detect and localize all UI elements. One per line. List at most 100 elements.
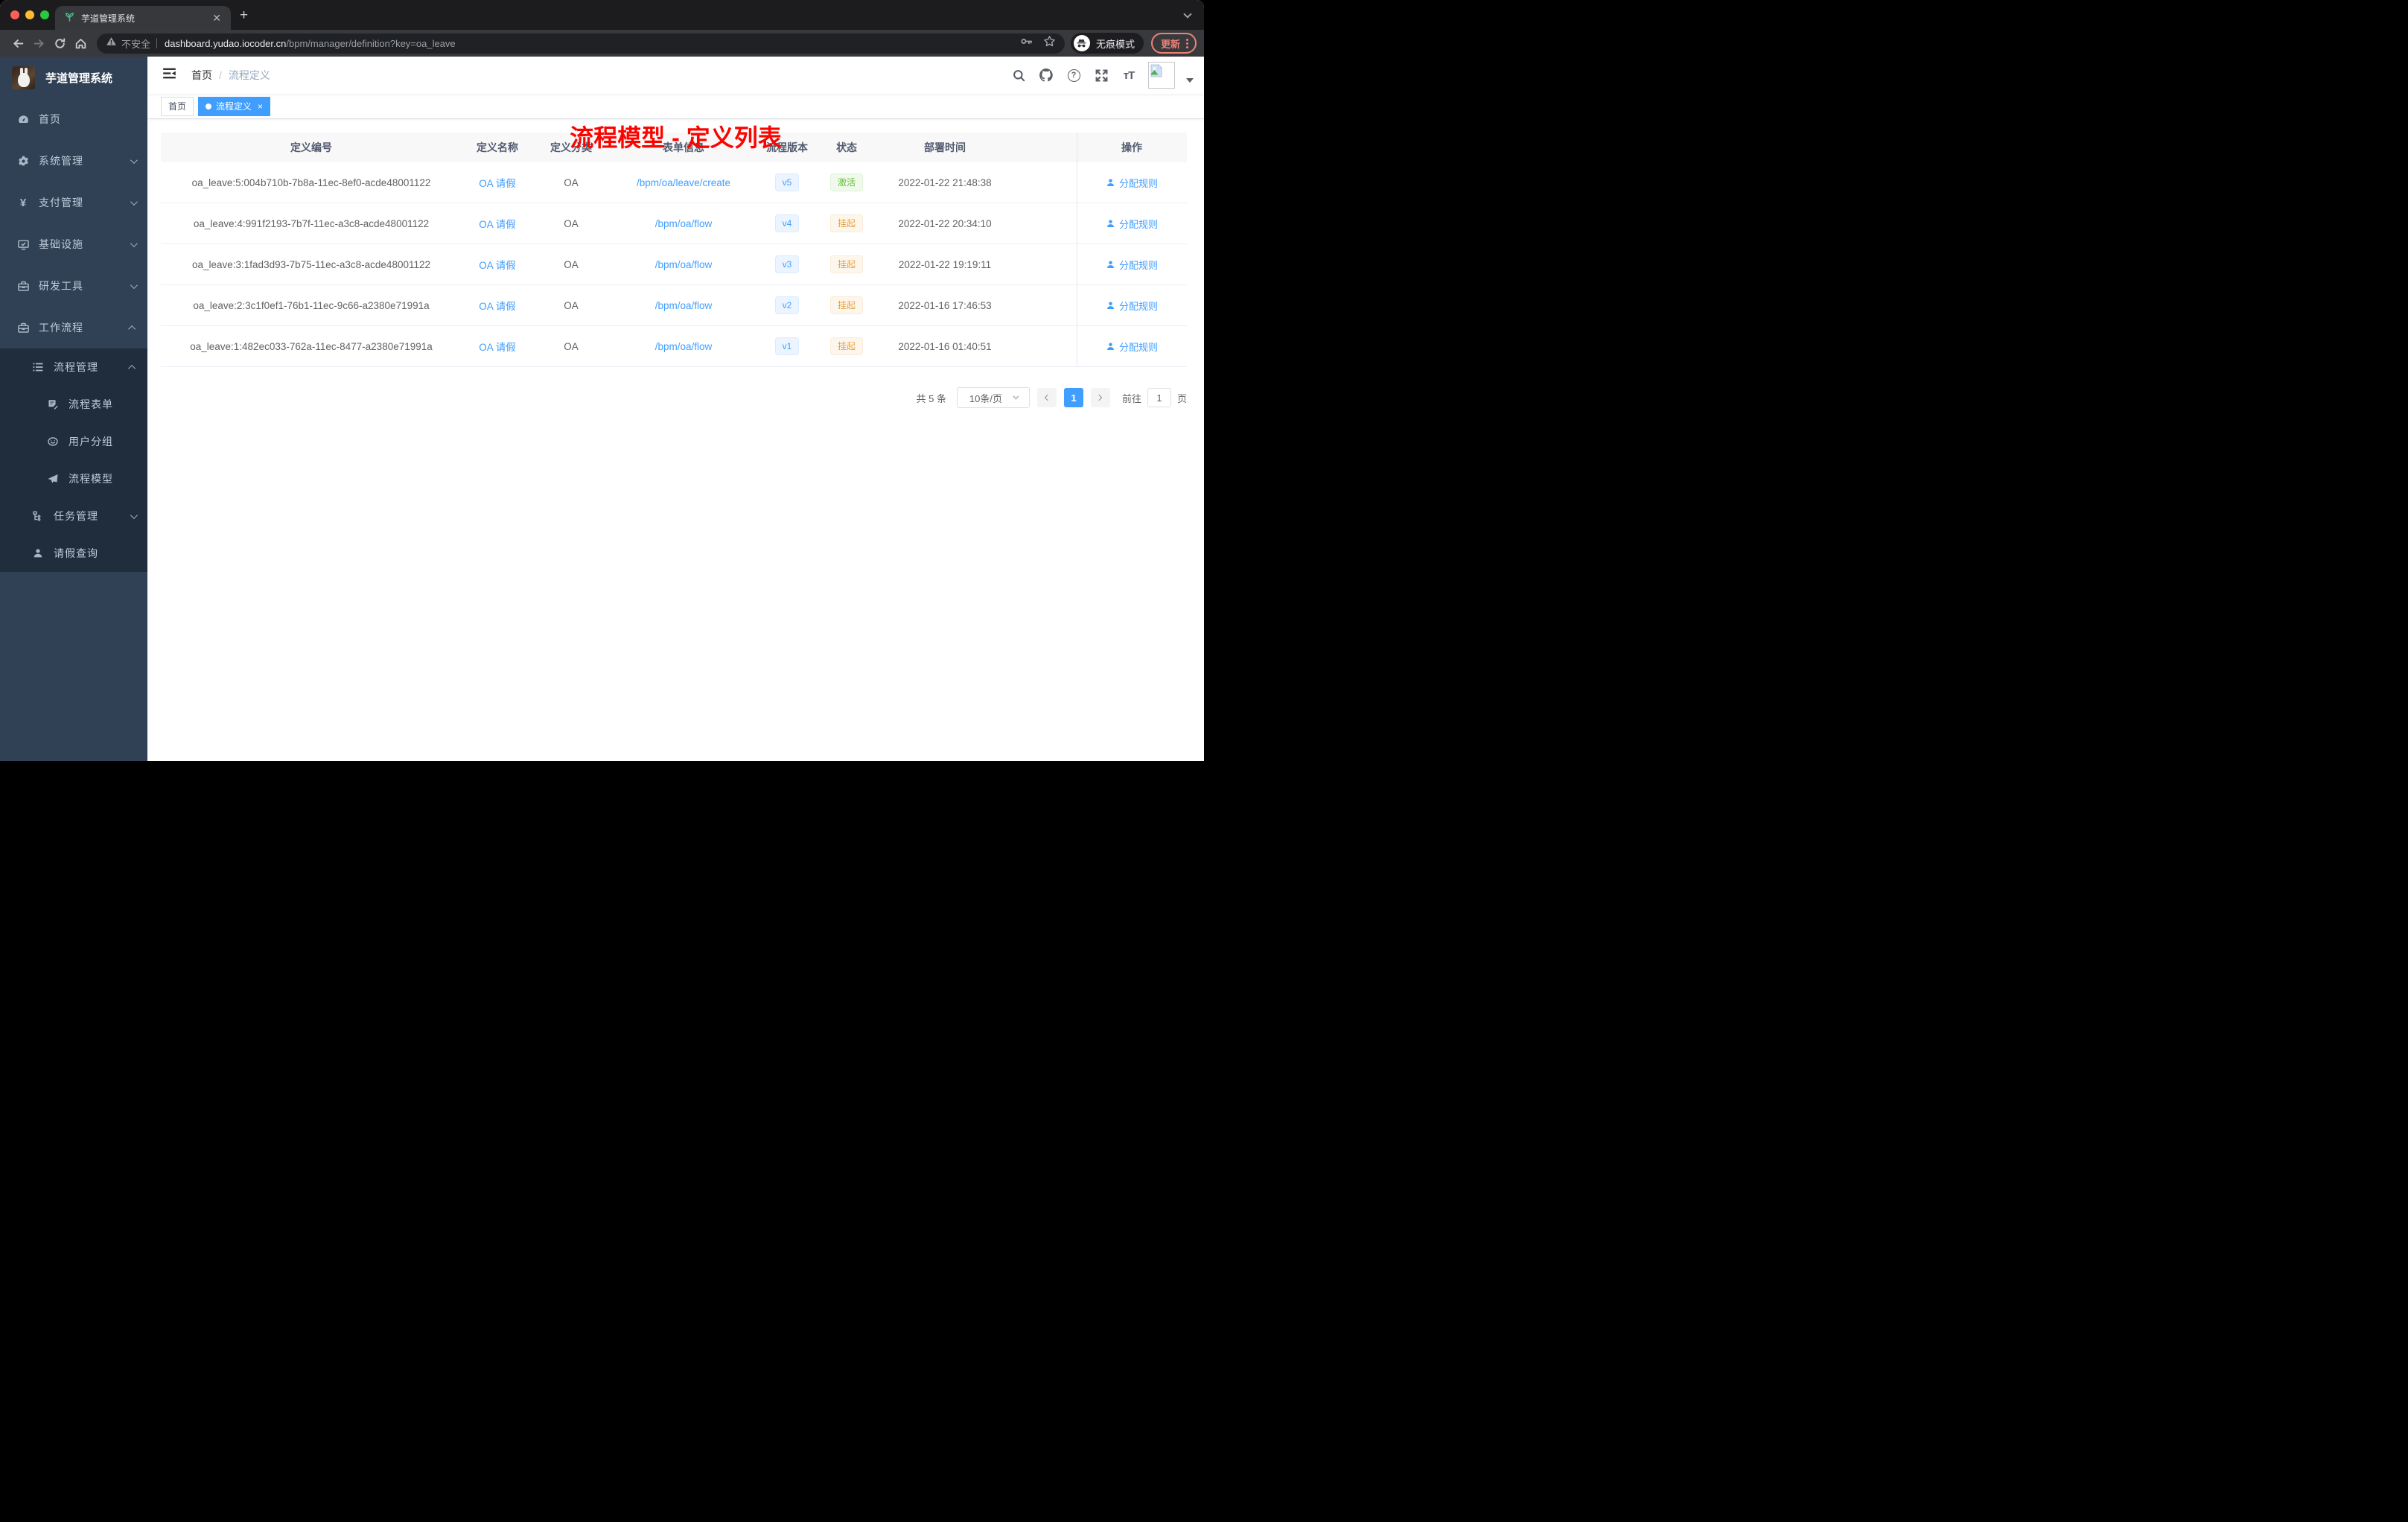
sidebar-item-process-manage[interactable]: 流程管理 (0, 348, 147, 386)
assign-rule-button[interactable]: 分配规则 (1106, 340, 1158, 354)
breadcrumb-home[interactable]: 首页 (191, 68, 212, 83)
col-actions: 操作 (1077, 133, 1187, 162)
table-header-row: 定义编号 定义名称 定义分类 表单信息 流程版本 状态 部署时间 操作 (161, 133, 1187, 162)
github-icon[interactable] (1038, 67, 1054, 83)
sidebar-item-home[interactable]: 首页 (0, 98, 147, 140)
page-size-select[interactable]: 10条/页 (956, 387, 1030, 408)
assign-rule-button[interactable]: 分配规则 (1106, 258, 1158, 272)
version-badge: v3 (774, 255, 800, 273)
list-tree-icon (31, 361, 45, 373)
col-status: 状态 (816, 133, 877, 162)
close-window-button[interactable] (10, 10, 19, 19)
status-badge: 激活 (829, 173, 863, 191)
address-bar[interactable]: 不安全 dashboard.yudao.iocoder.cn/bpm/manag… (97, 33, 1065, 54)
prev-page-button[interactable] (1036, 388, 1057, 407)
cell-category: OA (533, 244, 609, 285)
form-info-link[interactable]: /bpm/oa/flow (655, 341, 713, 352)
user-icon (1107, 178, 1114, 186)
zoom-window-button[interactable] (40, 10, 49, 19)
sidebar-item-user-group[interactable]: 用户分组 (0, 423, 147, 460)
cell-deploy-time: 2022-01-16 17:46:53 (877, 285, 1013, 326)
bookmark-star-icon[interactable] (1043, 35, 1056, 51)
security-label[interactable]: 不安全 (121, 36, 150, 51)
tags-view-bar: 首页 流程定义 × (147, 94, 1204, 119)
tag-process-definition[interactable]: 流程定义 × (198, 96, 271, 116)
user-icon (1107, 342, 1114, 350)
assign-rule-button[interactable]: 分配规则 (1106, 217, 1158, 231)
page-unit-label: 页 (1176, 392, 1187, 404)
chrome-update-button[interactable]: 更新 (1150, 33, 1197, 54)
definition-name-link[interactable]: OA 请假 (479, 339, 516, 354)
form-info-link[interactable]: /bpm/oa/leave/create (637, 177, 730, 188)
back-button[interactable] (7, 33, 28, 54)
cell-definition-id: oa_leave:5:004b710b-7b8a-11ec-8ef0-acde4… (161, 162, 462, 203)
minimize-window-button[interactable] (25, 10, 34, 19)
avatar-dropdown-caret[interactable] (1186, 78, 1194, 83)
dashboard-icon (16, 113, 30, 126)
reload-button[interactable] (49, 33, 70, 54)
tab-title: 芋道管理系统 (81, 13, 136, 24)
sidebar-item-process-model[interactable]: 流程模型 (0, 460, 147, 497)
sidebar-item-process-form[interactable]: 流程表单 (0, 386, 147, 423)
window-controls[interactable] (10, 10, 49, 19)
goto-page-input[interactable] (1147, 388, 1171, 407)
cell-deploy-time: 2022-01-22 19:19:11 (877, 244, 1013, 285)
tag-home[interactable]: 首页 (161, 96, 194, 116)
new-tab-button[interactable]: + (240, 6, 248, 25)
sidebar-item-task-manage[interactable]: 任务管理 (0, 497, 147, 535)
sidebar-item-leave-query[interactable]: 请假查询 (0, 535, 147, 572)
fullscreen-icon[interactable] (1093, 67, 1109, 83)
sidebar-item-payment[interactable]: ¥ 支付管理 (0, 182, 147, 223)
form-info-link[interactable]: /bpm/oa/flow (655, 218, 713, 229)
tab-close-icon[interactable]: ✕ (210, 12, 223, 25)
password-key-icon[interactable] (1020, 35, 1033, 51)
org-tree-icon (31, 510, 45, 522)
definition-name-link[interactable]: OA 请假 (479, 175, 516, 190)
assign-rule-button[interactable]: 分配规则 (1106, 299, 1158, 313)
current-page-button[interactable]: 1 (1063, 388, 1083, 407)
next-page-button[interactable] (1090, 388, 1110, 407)
browser-window: 芋道管理系统 ✕ + 不安全 dashboard.yudao.iocoder.c… (0, 0, 1204, 761)
user-avatar[interactable] (1148, 62, 1175, 89)
hamburger-icon[interactable] (156, 67, 182, 83)
cell-definition-id: oa_leave:3:1fad3d93-7b75-11ec-a3c8-acde4… (161, 244, 462, 285)
browser-menu-icon[interactable] (1186, 38, 1188, 48)
sidebar: 芋道管理系统 首页 系统管理 ¥ 支付管理 基础设施 研发工具 工作流程 流程管… (0, 57, 147, 761)
home-button[interactable] (70, 33, 91, 54)
security-warning-icon[interactable] (106, 36, 117, 51)
user-icon (1107, 301, 1114, 309)
definition-name-link[interactable]: OA 请假 (479, 216, 516, 231)
form-info-link[interactable]: /bpm/oa/flow (655, 259, 713, 270)
chevron-down-icon (130, 156, 138, 164)
cell-deploy-time: 2022-01-16 01:40:51 (877, 326, 1013, 367)
navbar: 首页 / 流程定义 ? тT (147, 57, 1204, 94)
active-tag-dot (206, 103, 212, 109)
sidebar-item-system[interactable]: 系统管理 (0, 140, 147, 182)
table-row: oa_leave:4:991f2193-7b7f-11ec-a3c8-acde4… (161, 203, 1187, 244)
tab-overview-chevron-icon[interactable] (1183, 7, 1194, 19)
broken-image-icon (1150, 64, 1162, 77)
sidebar-item-infra[interactable]: 基础设施 (0, 223, 147, 265)
chevron-down-icon (130, 281, 138, 289)
sidebar-item-devtools[interactable]: 研发工具 (0, 265, 147, 307)
assign-rule-button[interactable]: 分配规则 (1106, 176, 1158, 190)
help-icon[interactable]: ? (1066, 67, 1082, 83)
search-icon[interactable] (1010, 67, 1027, 83)
sidebar-logo[interactable]: 芋道管理系统 (0, 57, 147, 98)
definition-name-link[interactable]: OA 请假 (479, 257, 516, 272)
font-size-icon[interactable]: тT (1121, 67, 1137, 83)
definition-name-link[interactable]: OA 请假 (479, 298, 516, 313)
url-text[interactable]: dashboard.yudao.iocoder.cn/bpm/manager/d… (165, 38, 1013, 49)
col-process-version: 流程版本 (758, 133, 816, 162)
tag-close-icon[interactable]: × (258, 101, 263, 112)
incognito-icon (1073, 35, 1090, 51)
col-deploy-time: 部署时间 (877, 133, 1013, 162)
cell-deploy-time: 2022-01-22 20:34:10 (877, 203, 1013, 244)
version-badge: v4 (774, 214, 800, 232)
col-definition-name: 定义名称 (462, 133, 533, 162)
browser-tab[interactable]: 芋道管理系统 ✕ (55, 6, 231, 30)
app-title: 芋道管理系统 (45, 71, 113, 85)
form-info-link[interactable]: /bpm/oa/flow (655, 300, 713, 311)
forward-button[interactable] (28, 33, 49, 54)
sidebar-item-workflow[interactable]: 工作流程 (0, 307, 147, 348)
